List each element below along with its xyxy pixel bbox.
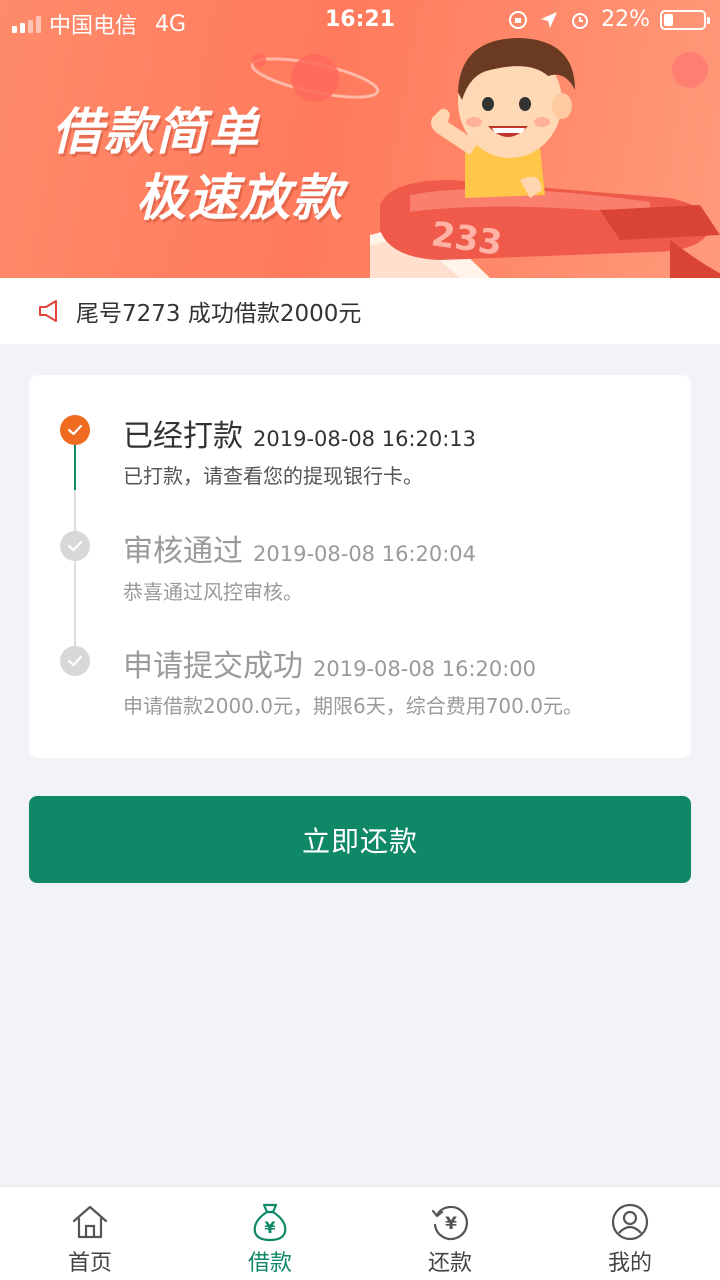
alarm-icon [572,12,589,29]
money-bag-icon: ¥ [253,1203,287,1242]
step-title: 申请提交成功 [123,649,303,684]
timeline-line [74,444,76,490]
orientation-lock-icon [509,10,528,29]
banner-headline: 借款简单 [52,103,260,161]
tab-mine[interactable]: 我的 [540,1187,720,1280]
location-icon [541,11,558,28]
loan-progress-card: 已经打款 2019-08-08 16:20:13 已打款，请查看您的提现银行卡。 … [29,375,691,758]
timeline-line [74,490,76,531]
step-title: 已经打款 [123,419,243,454]
check-circle-icon [60,646,90,676]
svg-text:¥: ¥ [445,1214,457,1234]
battery-icon [660,9,710,30]
step-title-row: 申请提交成功 2019-08-08 16:20:00 [123,641,536,685]
step-time: 2019-08-08 16:20:00 [313,657,537,681]
repay-now-button[interactable]: 立即还款 [29,796,691,883]
check-circle-icon [60,415,90,445]
tab-label: 借款 [247,1251,292,1276]
tab-label: 首页 [67,1251,112,1276]
home-icon [72,1205,108,1239]
battery-percent: 22% [601,7,650,32]
user-icon [611,1203,649,1241]
notice-bar[interactable]: 尾号7273 成功借款2000元 [0,278,720,344]
repay-cycle-icon: ¥ [431,1205,468,1241]
megaphone-icon [39,300,57,322]
step-title-row: 审核通过 2019-08-08 16:20:04 [123,526,476,570]
step-description: 已打款，请查看您的提现银行卡。 [123,464,423,488]
banner-subheadline: 极速放款 [136,169,344,227]
planet-icon [250,53,380,102]
tab-loan[interactable]: ¥ 借款 [180,1187,360,1280]
promo-banner[interactable]: 中国电信 4G 16:21 22% 借款简单 极速放款 233 [0,0,720,278]
bottom-tab-bar: 首页 ¥ 借款 ¥ 还款 我的 [0,1186,720,1280]
step-title-row: 已经打款 2019-08-08 16:20:13 [123,411,476,455]
tab-label: 我的 [607,1251,652,1276]
tab-home[interactable]: 首页 [0,1187,180,1280]
step-description: 恭喜通过风控审核。 [123,580,303,604]
timeline-line [74,560,76,646]
check-circle-icon [60,531,90,561]
step-time: 2019-08-08 16:20:04 [253,542,477,566]
notice-text: 尾号7273 成功借款2000元 [76,301,362,327]
svg-text:¥: ¥ [264,1218,275,1237]
cartoon-boy-plane-illustration: 233 [370,38,720,278]
tab-repay[interactable]: ¥ 还款 [360,1187,540,1280]
step-description: 申请借款2000.0元，期限6天，综合费用700.0元。 [123,694,583,718]
step-time: 2019-08-08 16:20:13 [253,427,477,451]
tab-label: 还款 [427,1251,472,1276]
step-title: 审核通过 [123,534,243,569]
